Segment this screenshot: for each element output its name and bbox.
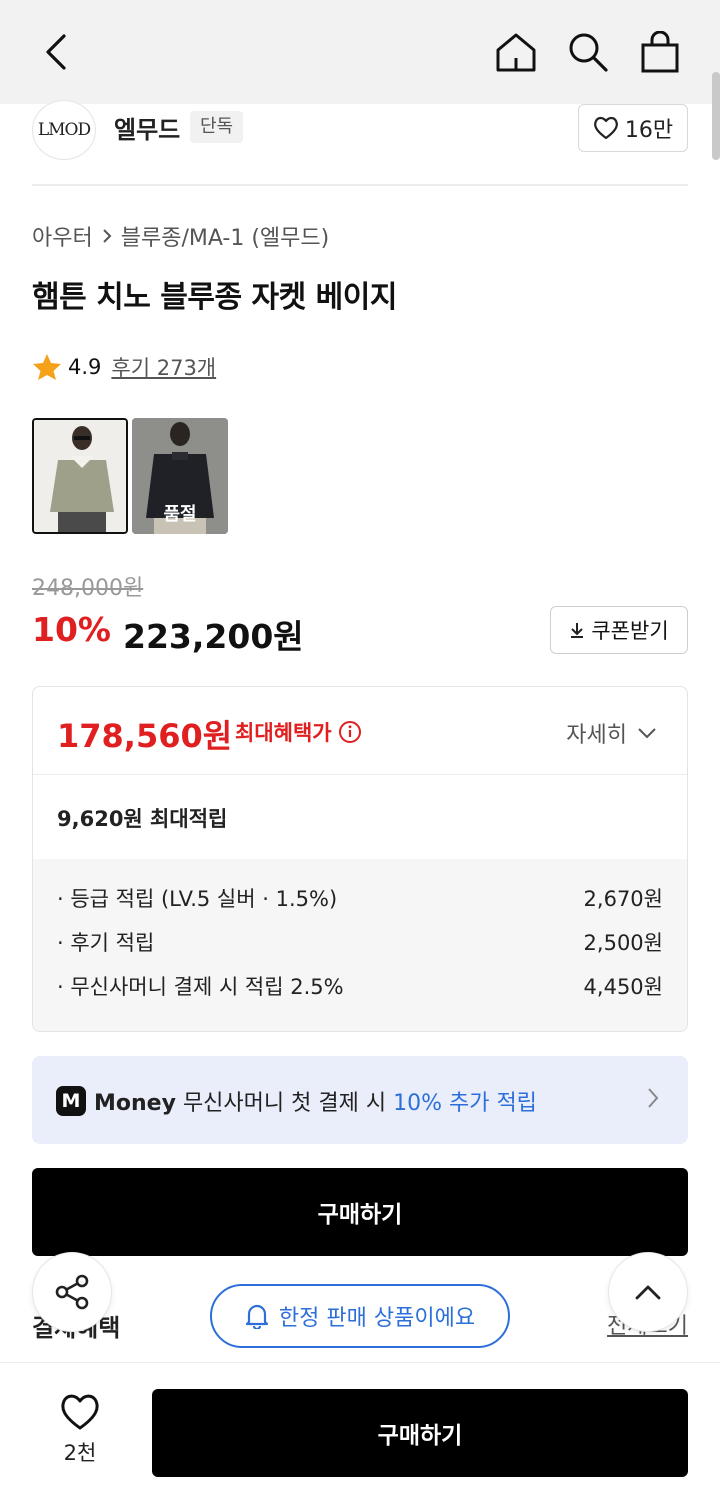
- top-navigation-bar: [0, 0, 720, 104]
- benefit-box: 178,560원 최대혜택가 자세히 9,620원 최대적립 · 등급 적립 (…: [32, 686, 688, 1032]
- star-icon: [33, 354, 61, 380]
- limited-sale-notice: 한정 판매 상품이에요: [210, 1284, 510, 1348]
- bag-icon: [641, 31, 679, 73]
- breadcrumb-item[interactable]: 블루종/MA-1 (엘무드): [121, 220, 330, 252]
- coupon-button[interactable]: 쿠폰받기: [550, 606, 688, 654]
- money-promo-highlight: 10% 추가 적립: [393, 1091, 537, 1116]
- exclusive-badge: 단독: [190, 111, 244, 143]
- limited-sale-text: 한정 판매 상품이에요: [278, 1306, 476, 1331]
- divider: [32, 184, 688, 186]
- points-breakdown: · 등급 적립 (LV.5 실버 · 1.5%) 2,670원 · 후기 적립 …: [33, 859, 687, 1031]
- original-price: 248,000원: [32, 576, 144, 601]
- back-button[interactable]: [28, 24, 84, 80]
- detail-label: 자세히: [566, 723, 627, 748]
- coupon-label: 쿠폰받기: [591, 619, 669, 643]
- rating-score: 4.9: [68, 355, 102, 379]
- points-value: 2,500원: [583, 931, 663, 955]
- reviews-link[interactable]: 후기 273개: [111, 352, 216, 382]
- home-icon: [496, 33, 536, 72]
- points-label: · 후기 적립: [57, 931, 155, 955]
- bottom-action-bar: 2천 구매하기: [0, 1362, 720, 1500]
- heart-icon: [593, 116, 618, 140]
- share-button[interactable]: [32, 1252, 112, 1332]
- money-promo-banner[interactable]: M Money 무신사머니 첫 결제 시 10% 추가 적립: [32, 1056, 688, 1144]
- product-title: 햄튼 치노 블루종 자켓 베이지: [32, 280, 397, 315]
- brand-logo[interactable]: LMOD: [32, 100, 96, 160]
- discount-rate: 10%: [32, 610, 111, 649]
- thumbnail-image-soldout[interactable]: 품절: [132, 418, 228, 534]
- brand-like-count: 16만: [624, 118, 674, 143]
- sale-price-row: 10% 223,200원: [32, 610, 304, 658]
- max-benefit-label-text: 최대혜택가: [235, 721, 332, 745]
- chevron-up-icon: [635, 1285, 661, 1300]
- chevron-right-icon: [648, 1088, 659, 1108]
- points-row: · 후기 적립 2,500원: [57, 927, 663, 971]
- download-icon: [571, 623, 584, 638]
- points-value: 2,670원: [583, 887, 663, 911]
- points-row: · 등급 적립 (LV.5 실버 · 1.5%) 2,670원: [57, 883, 663, 927]
- brand-name[interactable]: 엘무드: [114, 110, 180, 145]
- chevron-right-icon: [103, 229, 112, 243]
- detail-toggle[interactable]: 자세히: [566, 717, 657, 749]
- thumbnail-image[interactable]: [32, 418, 128, 534]
- points-label: · 무신사머니 결제 시 적립 2.5%: [57, 975, 344, 999]
- search-button[interactable]: [560, 24, 616, 80]
- breadcrumb: 아우터 블루종/MA-1 (엘무드): [32, 220, 329, 252]
- points-label: · 등급 적립 (LV.5 실버 · 1.5%): [57, 887, 338, 911]
- money-promo-desc: 무신사머니 첫 결제 시: [182, 1091, 387, 1116]
- max-benefit-header[interactable]: 178,560원 최대혜택가 자세히: [33, 687, 687, 775]
- bell-icon: [245, 1304, 269, 1329]
- points-value: 4,450원: [583, 975, 663, 999]
- search-icon: [569, 33, 608, 72]
- bag-button[interactable]: [632, 24, 688, 80]
- home-button[interactable]: [488, 24, 544, 80]
- wishlist-count: 2천: [63, 1441, 97, 1465]
- money-brand: Money: [94, 1091, 176, 1116]
- buy-button-inline[interactable]: 구매하기: [32, 1168, 688, 1256]
- share-icon: [55, 1274, 89, 1310]
- wishlist-button[interactable]: 2천: [40, 1393, 120, 1473]
- product-photo: [34, 420, 126, 532]
- info-icon[interactable]: [338, 720, 362, 744]
- chevron-down-icon: [638, 728, 656, 739]
- heart-icon: [61, 1394, 99, 1430]
- brand-row: LMOD 엘무드 단독 16만: [32, 100, 688, 164]
- max-benefit-price: 178,560원: [57, 717, 233, 755]
- breadcrumb-item[interactable]: 아우터: [32, 220, 93, 252]
- rating-row: 4.9 후기 273개: [32, 352, 216, 382]
- scrollbar[interactable]: [712, 72, 720, 160]
- sale-price: 223,200원: [123, 617, 304, 656]
- max-points-total: 9,620원 최대적립: [57, 807, 228, 831]
- brand-like-button[interactable]: 16만: [578, 104, 688, 152]
- money-promo-text: Money 무신사머니 첫 결제 시 10% 추가 적립: [94, 1085, 537, 1117]
- points-row: · 무신사머니 결제 시 적립 2.5% 4,450원: [57, 971, 663, 1015]
- back-icon: [46, 34, 66, 70]
- scroll-to-top-button[interactable]: [608, 1252, 688, 1332]
- max-benefit-label: 최대혜택가: [235, 717, 362, 747]
- money-logo-icon: M: [56, 1086, 86, 1116]
- soldout-label: 품절: [163, 504, 197, 525]
- buy-button[interactable]: 구매하기: [152, 1389, 688, 1477]
